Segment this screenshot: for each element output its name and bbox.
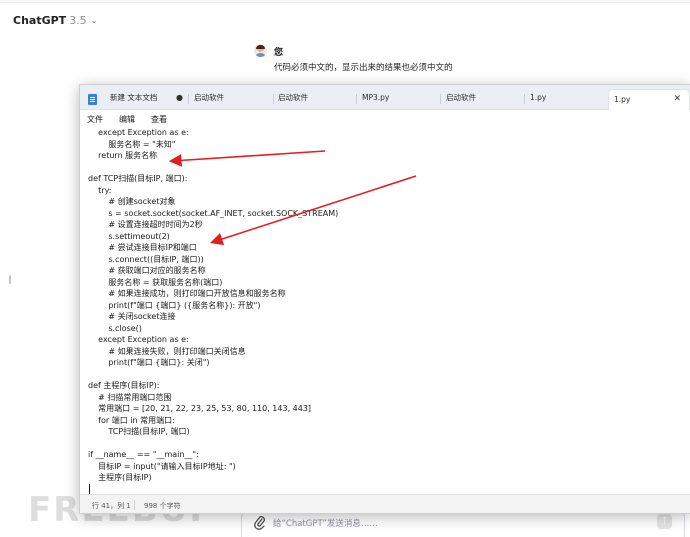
user-avatar [254, 44, 267, 57]
code-line: 常用端口 = [20, 21, 22, 23, 25, 53, 80, 110,… [88, 404, 312, 413]
message-sender: 您 [274, 48, 284, 58]
tab-label: 启动软件 [278, 93, 308, 102]
code-line: 服务名称 = "未知" [88, 139, 176, 149]
notepad-window: 新建 文本文档 ● 启动软件 启动软件 MP3.py 启动软件 1.py 1.p… [79, 84, 690, 514]
code-line: print(f"端口 {端口} ({服务名称}): 开放") [88, 300, 261, 310]
unsaved-dot-icon: ● [176, 93, 183, 102]
code-line: s = socket.socket(socket.AF_INET, socket… [88, 208, 339, 218]
code-editor[interactable]: except Exception as e: 服务名称 = "未知" retur… [80, 127, 690, 494]
code-line: 目标IP = input("请输入目标IP地址: ") [88, 461, 236, 471]
code-line: 服务名称 = 获取服务名称(端口) [88, 277, 223, 287]
code-line: s.settimeout(2) [88, 231, 170, 241]
top-border [0, 0, 690, 3]
code-line: # 扫描常用端口范围 [88, 392, 172, 402]
code-line: s.close() [88, 323, 142, 333]
paperclip-icon[interactable] [254, 516, 266, 530]
send-button[interactable]: ↑ [657, 514, 672, 529]
tab-label: 1.py [530, 93, 547, 102]
user-message-text: 代码必须中文的，显示出来的结果也必须中文的 [274, 63, 453, 73]
code-line: TCP扫描(目标IP, 端口) [88, 427, 190, 436]
code-line: # 创建socket对象 [88, 197, 176, 206]
code-line: # 获取端口对应的服务名称 [88, 266, 206, 275]
close-icon[interactable]: ✕ [673, 93, 681, 105]
code-line: 主程序(目标IP) [88, 473, 152, 482]
menu-view[interactable]: 查看 [151, 114, 167, 125]
status-bar: 行 41，列 1 998 个字符 [80, 494, 690, 513]
message-input[interactable]: 给“ChatGPT”发送消息…… [273, 517, 378, 529]
sidebar-toggle-handle[interactable] [9, 275, 11, 284]
model-selector[interactable]: ChatGPT 3.5 ⌄ [13, 14, 97, 27]
chevron-down-icon: ⌄ [90, 16, 98, 25]
code-line: def 主程序(目标IP): [88, 381, 160, 390]
menu-edit[interactable]: 编辑 [119, 114, 135, 125]
code-line: # 关闭socket连接 [88, 312, 176, 321]
code-line: try: [88, 185, 112, 195]
tab-label: 启动软件 [446, 93, 476, 102]
tab-label: MP3.py [362, 93, 390, 102]
code-line: except Exception as e: [88, 335, 189, 344]
text-caret [89, 484, 90, 494]
tab-launcher-3[interactable]: 启动软件 [446, 92, 476, 110]
brand-name: ChatGPT [13, 14, 67, 27]
tab-launcher-1[interactable]: 启动软件 [194, 92, 224, 110]
code-line: # 如果连接失败，则打印端口关闭信息 [88, 346, 246, 356]
model-version: 3.5 [69, 14, 87, 27]
notepad-app-icon [88, 94, 97, 105]
cursor-position: 行 41，列 1 [92, 502, 131, 510]
code-line: print(f"端口 {端口}: 关闭") [88, 358, 210, 367]
code-line: # 尝试连接目标IP和端口 [88, 243, 197, 252]
tab-new-text-doc[interactable]: 新建 文本文档 ● [110, 92, 183, 110]
code-line: for 端口 in 常用端口: [88, 415, 175, 425]
tab-label: 启动软件 [194, 93, 224, 102]
code-line: return 服务名称 [88, 151, 158, 160]
code-line: # 如果连接成功，则打印端口开放信息和服务名称 [88, 289, 286, 298]
tab-mp3[interactable]: MP3.py [362, 92, 389, 110]
code-line: if __name__ == "__main__": [88, 450, 199, 459]
tab-label: 新建 文本文档 [110, 93, 158, 102]
menu-file[interactable]: 文件 [87, 114, 103, 125]
code-line: s.connect((目标IP, 端口)) [88, 254, 204, 264]
code-line: def TCP扫描(目标IP, 端口): [88, 174, 188, 183]
tab-1py-active[interactable]: 1.py ✕ [608, 89, 690, 111]
char-count: 998 个字符 [144, 502, 181, 510]
code-line: except Exception as e: [88, 128, 189, 137]
tab-launcher-2[interactable]: 启动软件 [278, 92, 308, 110]
tab-1py-other[interactable]: 1.py [530, 92, 546, 110]
tab-strip: 新建 文本文档 ● 启动软件 启动软件 MP3.py 启动软件 1.py 1.p… [80, 85, 690, 111]
code-line: # 设置连接超时时间为2秒 [88, 220, 203, 229]
menu-bar: 文件 编辑 查看 [80, 110, 690, 127]
tab-label: 1.py [614, 95, 631, 104]
